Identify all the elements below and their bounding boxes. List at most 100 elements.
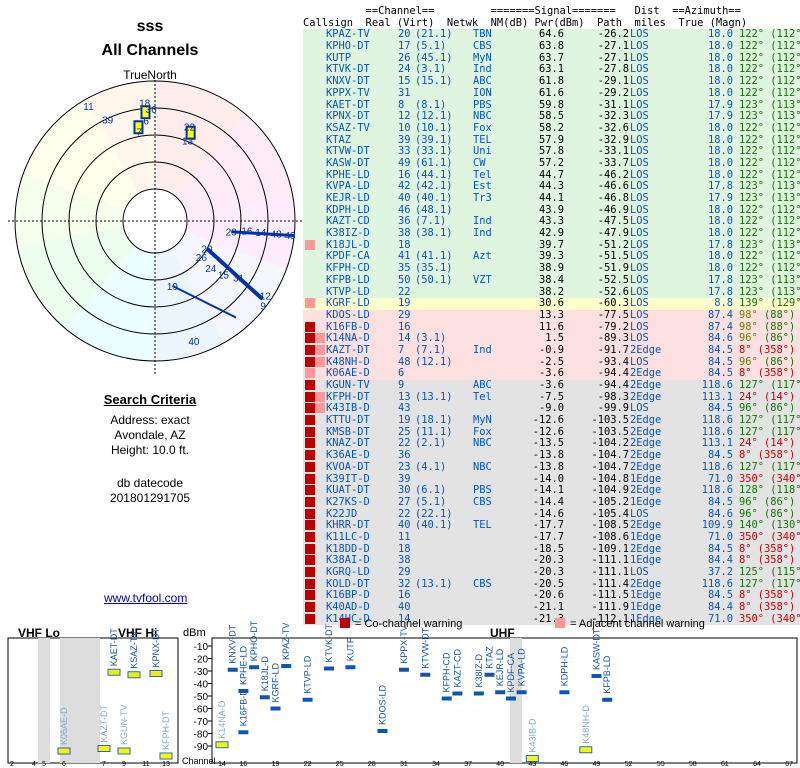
signal-mark [259, 695, 270, 700]
x-tick-label: 9 [122, 761, 126, 768]
cell-real: 40 [398, 192, 411, 204]
cell-pwr: -46.8 [597, 192, 629, 204]
cell-magn: (358°) [751, 601, 796, 614]
cell-true: 122° [739, 121, 765, 134]
cell-call[interactable]: KSAZ-TV [326, 122, 370, 135]
cell-call[interactable]: KTTU-DT [326, 414, 370, 427]
cell-mi: 84.4 [707, 601, 733, 614]
page-title: sss [136, 18, 164, 35]
cell-path: 2Edge [630, 460, 662, 473]
cell-pwr: -103.5 [591, 414, 629, 427]
cell-true: 8° [739, 554, 752, 567]
cell-magn: (117°) [770, 577, 800, 590]
radar-channel-label: 43 [284, 231, 296, 242]
cell-pwr: -111.1 [591, 566, 629, 578]
cell-call[interactable]: KPHO-DT [326, 40, 370, 53]
station-label: KFPB-LD [602, 655, 612, 694]
x-tick-label: 55 [657, 761, 665, 768]
cell-magn: (358°) [751, 542, 796, 555]
cell-nm: -12.6 [532, 414, 564, 427]
x-tick-label: 31 [400, 761, 408, 768]
cell-call[interactable]: K40AD-D [326, 601, 370, 614]
cell-mi: 17.8 [707, 273, 733, 286]
cell-magn: (358°) [751, 367, 796, 380]
cell-magn: (113°) [770, 98, 800, 111]
table-header-1: ==Channel== =======Signal======= Dist ==… [303, 5, 741, 17]
signal-highlight [159, 752, 173, 760]
cell-call[interactable]: KGUN-TV [326, 379, 370, 392]
cell-call[interactable]: K11LC-D [326, 531, 370, 544]
y-tick-label: -40 [194, 680, 209, 691]
cell-pwr: -108.6 [591, 530, 629, 543]
signal-highlight [525, 755, 539, 762]
cell-virt: (7.1) [415, 343, 447, 356]
cell-path: LOS [630, 192, 649, 204]
criteria-address: Address: exact [110, 413, 190, 427]
station-table: ==Channel== =======Signal======= Dist ==… [303, 5, 800, 626]
signal-mark [559, 690, 570, 695]
co-channel-warning-icon [305, 602, 315, 613]
y-tick-label: -50 [194, 692, 209, 703]
co-channel-warning-icon [305, 344, 315, 355]
x-tick-label: 61 [721, 761, 729, 768]
cell-call[interactable]: KEJR-LD [326, 192, 370, 205]
cell-true: 123° [739, 238, 765, 251]
tvfool-link[interactable]: www.tvfool.com [104, 591, 187, 605]
signal-highlight [215, 741, 229, 749]
cell-call[interactable]: K27KS-D [326, 496, 370, 509]
table-row: KAZT-DT 7 (7.1) Ind -0.9 -91.7 2Edge 84.5 8° (35… [303, 343, 800, 357]
station-label: KASW-DT [592, 628, 602, 670]
table-row: KGRQ-LD 29 -20.3 -111.1LOS 37.2 125° (115°) [303, 566, 800, 579]
cell-call[interactable]: KFPB-LD [326, 274, 370, 287]
cell-true: 127° [739, 425, 765, 438]
station-label: K16FB-D [238, 689, 248, 727]
cell-magn: (112°) [770, 28, 800, 41]
cell-true: 122° [739, 133, 765, 146]
cell-real: 19 [398, 414, 411, 427]
x-tick-label: 22 [304, 761, 312, 768]
co-channel-warning-icon [305, 356, 315, 367]
cell-call[interactable]: KVOA-DT [326, 461, 370, 474]
cell-magn: (86°) [757, 402, 796, 415]
cell-magn: (113°) [770, 273, 800, 286]
radar-channel-label: 13 [182, 137, 194, 148]
x-tick-label: 52 [625, 761, 633, 768]
cell-magn: (86°) [757, 355, 796, 368]
x-tick-label: 14 [218, 761, 226, 768]
table-row: KEJR-LD 40 (40.1) Tr3 44.1 -46.8 LOS 17.9 123° (… [303, 192, 800, 205]
cell-virt: (13.1) [415, 390, 453, 403]
adjacent-channel-warning-icon [315, 356, 325, 367]
co-channel-warning-icon [305, 415, 315, 426]
cell-net: CBS [473, 40, 492, 53]
cell-net: NBC [473, 460, 492, 473]
cell-magn: (113°) [770, 285, 800, 298]
cell-mi: 17.9 [707, 192, 733, 204]
cell-nm: 61.6 [538, 86, 564, 99]
cell-path: LOS [630, 86, 649, 99]
cell-call[interactable]: KAZT-DT [326, 344, 370, 357]
cell-call[interactable]: KASW-DT [326, 157, 370, 170]
signal-highlight [579, 746, 593, 754]
cell-path: 1Edge [630, 601, 662, 614]
cell-magn: (112°) [770, 227, 800, 240]
cell-call[interactable]: KGRQ-LD [326, 566, 370, 579]
cell-net: CBS [473, 577, 492, 590]
cell-true: 122° [739, 63, 765, 76]
cell-net: VZT [473, 273, 492, 286]
station-label: K38IZ-D [474, 653, 484, 687]
cell-true: 96° [739, 507, 758, 520]
cell-mi: 37.2 [707, 566, 733, 578]
cell-magn: (113°) [770, 192, 800, 204]
cell-magn: (88°) [757, 308, 796, 321]
co-channel-warning-icon [305, 531, 315, 542]
cell-call[interactable]: KDOS-LD [326, 309, 370, 322]
adjacent-channel-warning-icon [305, 368, 315, 379]
radar-channel-label: 48 [271, 230, 283, 241]
cell-call[interactable]: K38IZ-D [326, 227, 370, 240]
cell-magn: (113°) [770, 238, 800, 251]
x-tick-label: 2 [10, 761, 14, 768]
cell-net: NBC [473, 437, 492, 450]
radar-channel-label: 36 [146, 105, 158, 116]
db-label: db datecode [116, 476, 184, 490]
cell-call[interactable]: KPPX-TV [326, 87, 370, 100]
